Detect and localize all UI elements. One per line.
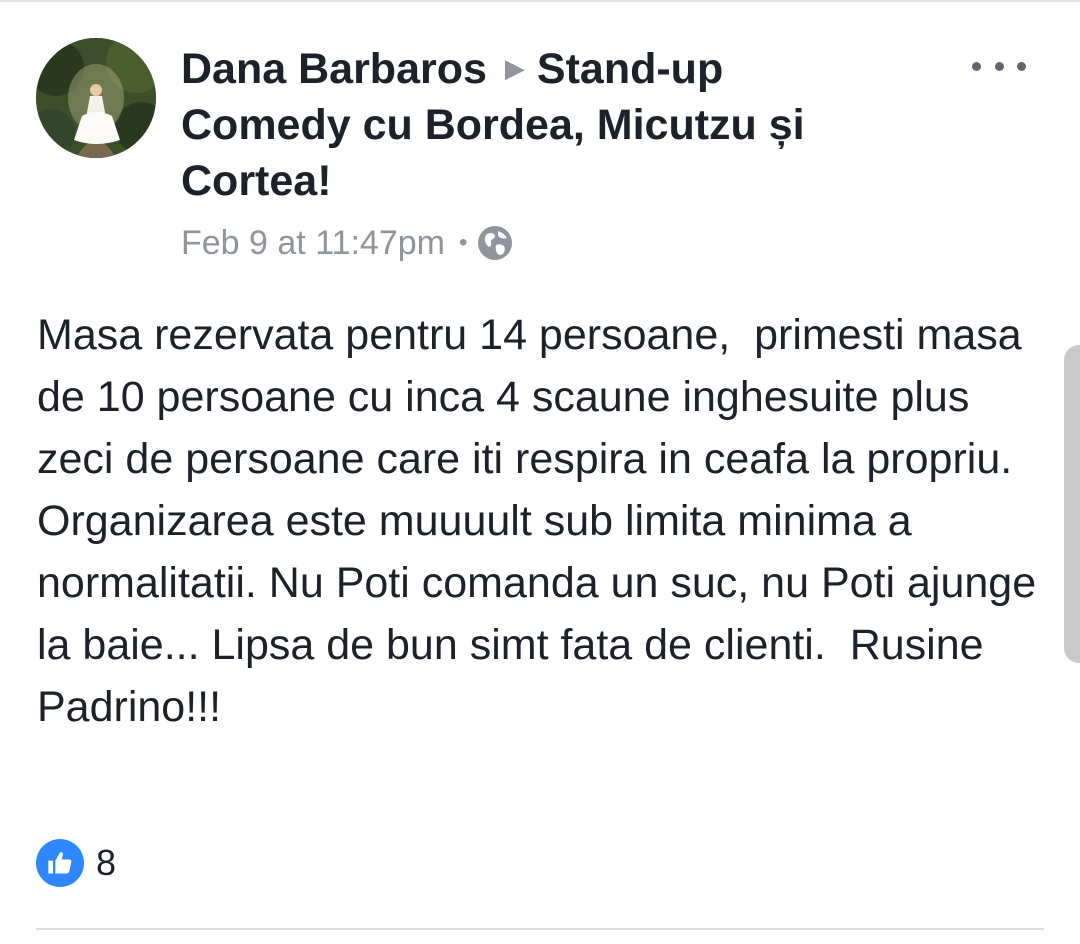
like-icon: [36, 839, 84, 887]
author-name[interactable]: Dana Barbaros: [181, 45, 487, 93]
post-header: Dana Barbaros ▶ Stand-up Comedy cu Bordea,…: [181, 40, 901, 209]
post-meta: Feb 9 at 11:47pm •: [181, 218, 513, 268]
timestamp[interactable]: Feb 9 at 11:47pm: [181, 224, 445, 263]
avatar-image: [36, 38, 156, 158]
meta-separator: •: [458, 229, 468, 256]
reactions-summary[interactable]: 8: [36, 838, 116, 888]
avatar[interactable]: [36, 38, 156, 158]
bottom-divider: [36, 928, 1044, 930]
scrollbar-thumb[interactable]: [1064, 345, 1080, 663]
like-count: 8: [96, 842, 117, 883]
top-divider: [0, 0, 1080, 2]
globe-icon: [478, 226, 513, 260]
triangle-arrow-icon: ▶: [504, 53, 525, 83]
post-body: Masa rezervata pentru 14 persoane, prime…: [37, 311, 1049, 731]
more-options-icon[interactable]: [972, 54, 1026, 78]
